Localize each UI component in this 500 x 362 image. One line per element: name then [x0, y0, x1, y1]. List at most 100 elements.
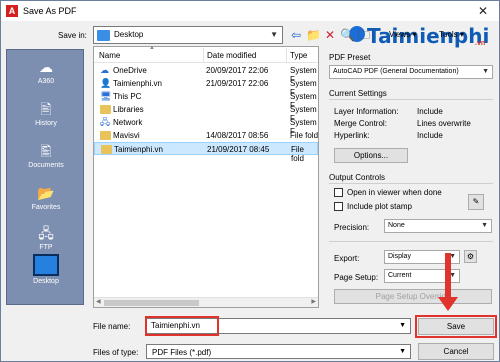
export-label: Export: [334, 254, 360, 263]
page-setup-override-button[interactable]: Page Setup Override [334, 289, 492, 304]
current-settings-title: Current Settings [329, 89, 387, 98]
pdf-preset-value: AutoCAD PDF (General Documentation) [333, 68, 459, 75]
files-of-type-value: PDF Files (*.pdf) [152, 348, 212, 357]
file-type: File fold [290, 131, 319, 140]
file-name: Libraries [113, 105, 144, 114]
file-row-mavisvi[interactable]: Mavisvi 14/08/2017 08:56 File fold [94, 129, 318, 142]
save-in-combo[interactable]: Desktop ▼ [93, 26, 283, 44]
column-divider [203, 48, 204, 62]
horizontal-scrollbar[interactable]: ◀ ▶ [94, 297, 318, 307]
onedrive-icon: ☁ [100, 65, 109, 75]
column-type[interactable]: Type [290, 51, 307, 60]
file-list: Name ▲ Date modified Type ☁ OneDrive 20/… [93, 45, 319, 308]
desktop-folder-icon [97, 30, 110, 41]
options-button[interactable]: Options... [334, 148, 408, 163]
autocad-app-icon: A [6, 5, 18, 17]
file-row-taimienphi-folder[interactable]: Taimienphi.vn 21/09/2017 08:45 File fold [94, 142, 318, 163]
plot-stamp-settings-icon[interactable]: ✎ [468, 194, 484, 210]
file-name: Taimienphi.vn [113, 79, 162, 88]
chevron-down-icon: ▼ [399, 322, 406, 329]
back-icon[interactable]: ⇦ [289, 27, 303, 43]
export-extra-button[interactable]: ⚙ [464, 250, 477, 263]
tools-menu[interactable]: Tools ▾ [439, 30, 464, 39]
file-list-header: Name ▲ Date modified Type [94, 45, 318, 63]
pdf-preset-combo[interactable]: AutoCAD PDF (General Documentation) ▼ [329, 65, 493, 79]
place-history[interactable]: 🖹 History [7, 94, 85, 140]
page-setup-value: Current [388, 272, 412, 279]
highlight-box-save [415, 315, 497, 338]
documents-icon: 🖺 [40, 143, 52, 159]
places-bar: ☁ A360 🖹 History 🖺 Documents 📂 Favorites… [6, 49, 84, 305]
file-row-onedrive[interactable]: ☁ OneDrive 20/09/2017 22:06 System F [94, 64, 318, 85]
layer-info-value: Include [417, 107, 443, 116]
scroll-thumb[interactable] [104, 300, 199, 306]
window-title: Save As PDF [23, 6, 77, 16]
place-desktop[interactable]: Desktop [7, 250, 85, 296]
cancel-button[interactable]: Cancel [418, 343, 494, 360]
file-date: 21/09/2017 08:45 [207, 145, 270, 154]
delete-icon[interactable]: ✕ [323, 27, 337, 43]
merge-control-value: Lines overwrite [417, 119, 471, 128]
favorites-icon: 📂 [37, 185, 55, 201]
desktop-icon [33, 254, 59, 276]
column-date-modified[interactable]: Date modified [207, 51, 256, 60]
hyperlink-label: Hyperlink: [334, 131, 370, 140]
divider [329, 241, 493, 242]
watermark-suffix: .vn [475, 40, 486, 47]
history-icon: 🖹 [40, 101, 52, 117]
file-name: Network [113, 118, 143, 127]
file-name: This PC [113, 92, 142, 101]
file-type: File fold [291, 145, 304, 163]
scroll-right-icon[interactable]: ▶ [311, 298, 316, 305]
save-in-value: Desktop [114, 30, 144, 39]
views-menu[interactable]: Views ▾ [389, 30, 416, 39]
file-row-network[interactable]: 🖧 Network System F [94, 116, 318, 137]
merge-control-label: Merge Control: [334, 119, 387, 128]
scroll-left-icon[interactable]: ◀ [96, 298, 101, 305]
place-label: A360 [37, 78, 55, 85]
place-label: Favorites [31, 204, 61, 211]
new-folder-icon[interactable]: 🗀 [357, 27, 371, 43]
file-name: Mavisvi [113, 131, 140, 140]
close-button[interactable]: ✕ [471, 3, 495, 19]
precision-combo[interactable]: None ▼ [384, 219, 492, 233]
up-folder-icon[interactable]: 📁 [306, 27, 321, 43]
computer-icon: 🖥 [100, 91, 112, 101]
watermark-logo: Taimienphi .vn [349, 18, 499, 56]
export-value: Display [388, 253, 411, 260]
column-divider [286, 48, 287, 62]
file-row-this-pc[interactable]: 🖥 This PC System F [94, 90, 318, 111]
watermark-text: Taimienphi [367, 24, 490, 48]
place-label: Documents [28, 162, 64, 169]
files-of-type-combo[interactable]: PDF Files (*.pdf) ▼ [146, 344, 411, 359]
highlight-box-filename [145, 316, 219, 336]
libraries-icon [100, 105, 111, 114]
open-viewer-checkbox[interactable] [334, 188, 343, 197]
sort-up-icon: ▲ [149, 45, 155, 51]
divider [329, 183, 493, 184]
column-name[interactable]: Name [99, 51, 120, 60]
page-setup-label: Page Setup: [334, 273, 379, 282]
precision-value: None [388, 222, 405, 229]
folder-icon [101, 145, 112, 154]
pdf-preset-label: PDF Preset [329, 53, 371, 62]
file-name-label: File name: [93, 322, 131, 331]
cloud-icon: ☁ [39, 59, 53, 75]
search-web-icon[interactable]: 🔍 [340, 27, 355, 43]
place-documents[interactable]: 🖺 Documents [7, 136, 85, 182]
network-icon: 🖧 [100, 117, 111, 127]
save-as-pdf-dialog: A Save As PDF ✕ Taimienphi .vn Save in: … [0, 0, 500, 362]
hyperlink-value: Include [417, 131, 443, 140]
plot-stamp-checkbox[interactable] [334, 202, 343, 211]
place-a360[interactable]: ☁ A360 [7, 52, 85, 98]
folder-icon [100, 131, 111, 140]
chevron-down-icon: ▼ [482, 68, 489, 75]
chevron-down-icon: ▼ [399, 348, 406, 355]
file-name: OneDrive [113, 66, 147, 75]
file-row-taimienphi-user[interactable]: 👤 Taimienphi.vn 21/09/2017 22:06 System … [94, 77, 318, 98]
output-controls-title: Output Controls [329, 173, 386, 182]
open-viewer-label: Open in viewer when done [347, 188, 442, 197]
file-row-libraries[interactable]: Libraries System F [94, 103, 318, 123]
save-in-label: Save in: [58, 31, 87, 40]
file-date: 14/08/2017 08:56 [206, 131, 269, 140]
